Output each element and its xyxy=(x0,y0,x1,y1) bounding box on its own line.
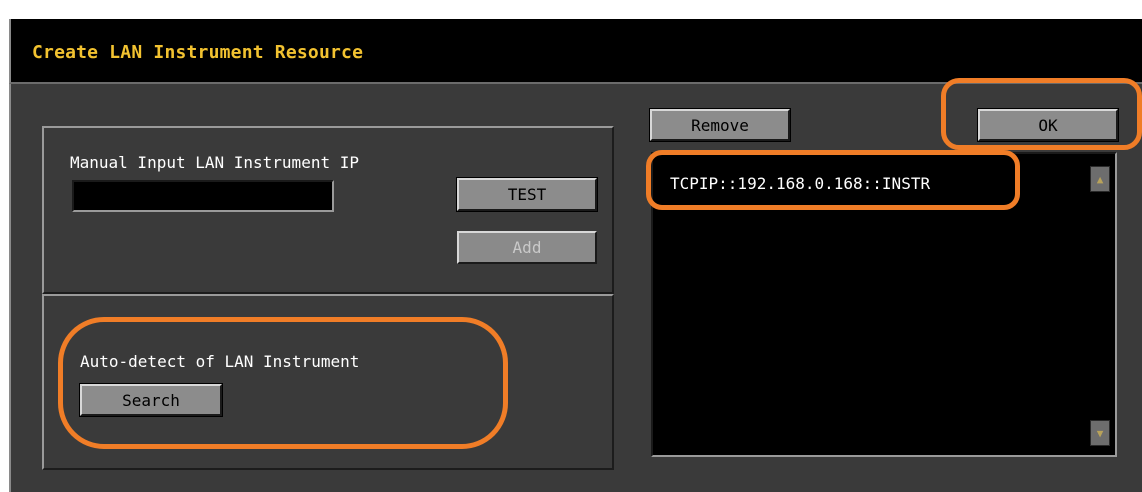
search-highlight-annotation xyxy=(58,317,508,449)
add-button[interactable]: Add xyxy=(457,231,597,264)
test-button[interactable]: TEST xyxy=(456,177,598,212)
resource-highlight-annotation xyxy=(646,150,1020,210)
remove-button[interactable]: Remove xyxy=(649,108,791,142)
ok-highlight-annotation xyxy=(941,78,1142,150)
ip-address-input[interactable] xyxy=(72,180,334,212)
dialog-title: Create LAN Instrument Resource xyxy=(32,42,364,63)
triangle-down-icon[interactable]: ▼ xyxy=(1090,420,1110,446)
triangle-up-icon[interactable]: ▲ xyxy=(1090,166,1110,192)
manual-input-label: Manual Input LAN Instrument IP xyxy=(70,153,359,172)
